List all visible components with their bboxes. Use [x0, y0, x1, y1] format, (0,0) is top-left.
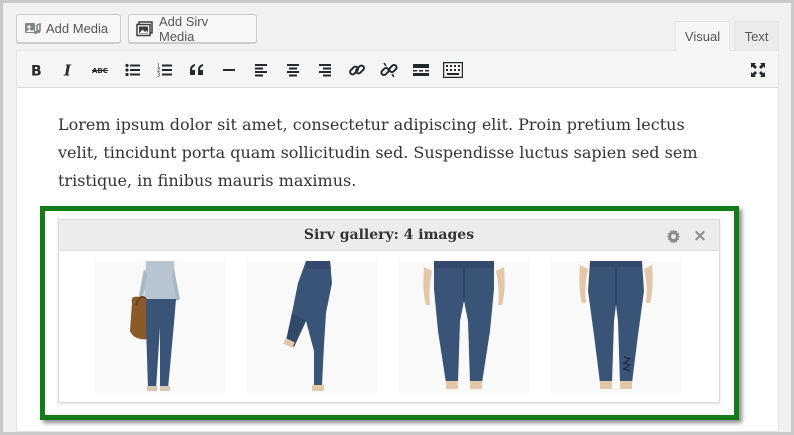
gallery-header: Sirv gallery: 4 images × [59, 220, 719, 251]
jeans-outfit-image [94, 261, 226, 393]
add-sirv-media-button[interactable]: Add Sirv Media [128, 13, 257, 44]
gallery-image-4[interactable] [550, 261, 682, 393]
media-icon [24, 21, 41, 36]
bold-icon[interactable]: B [25, 58, 49, 82]
blockquote-icon[interactable] [185, 58, 209, 82]
gallery-title: Sirv gallery: 4 images [303, 227, 475, 243]
close-icon[interactable]: × [692, 228, 708, 245]
fullscreen-icon[interactable] [746, 58, 770, 82]
formatting-toolbar: B I ABC 123 [17, 51, 778, 88]
italic-icon[interactable]: I [57, 58, 81, 82]
jeans-front-image [398, 261, 530, 393]
horizontal-rule-icon[interactable] [217, 58, 241, 82]
add-media-button[interactable]: Add Media [16, 14, 121, 43]
align-left-icon[interactable] [249, 58, 273, 82]
jeans-side-image [246, 261, 378, 393]
remove-link-icon[interactable] [377, 58, 401, 82]
strikethrough-icon[interactable]: ABC [89, 58, 113, 82]
svg-text:B: B [31, 64, 42, 78]
svg-text:I: I [63, 63, 72, 77]
editor-paragraph[interactable]: Lorem ipsum dolor sit amet, consectetur … [58, 111, 718, 195]
align-center-icon[interactable] [281, 58, 305, 82]
tab-text[interactable]: Text [734, 21, 779, 51]
bullet-list-icon[interactable] [121, 58, 145, 82]
jeans-back-image [550, 261, 682, 393]
add-sirv-media-label: Add Sirv Media [159, 13, 209, 44]
numbered-list-icon[interactable]: 123 [153, 58, 177, 82]
read-more-icon[interactable] [409, 58, 433, 82]
gallery-image-3[interactable] [398, 261, 530, 393]
gear-icon[interactable] [665, 228, 681, 244]
sirv-gallery-block[interactable]: Sirv gallery: 4 images × [58, 219, 720, 403]
sirv-media-icon [136, 20, 154, 37]
add-media-label: Add Media [46, 21, 109, 36]
editor-area[interactable]: B I ABC 123 [16, 50, 779, 432]
insert-link-icon[interactable] [345, 58, 369, 82]
gallery-image-1[interactable] [94, 261, 226, 393]
toolbar-toggle-icon[interactable] [441, 58, 465, 82]
svg-text:3: 3 [157, 73, 160, 78]
gallery-image-2[interactable] [246, 261, 378, 393]
align-right-icon[interactable] [313, 58, 337, 82]
tab-visual[interactable]: Visual [675, 21, 730, 51]
